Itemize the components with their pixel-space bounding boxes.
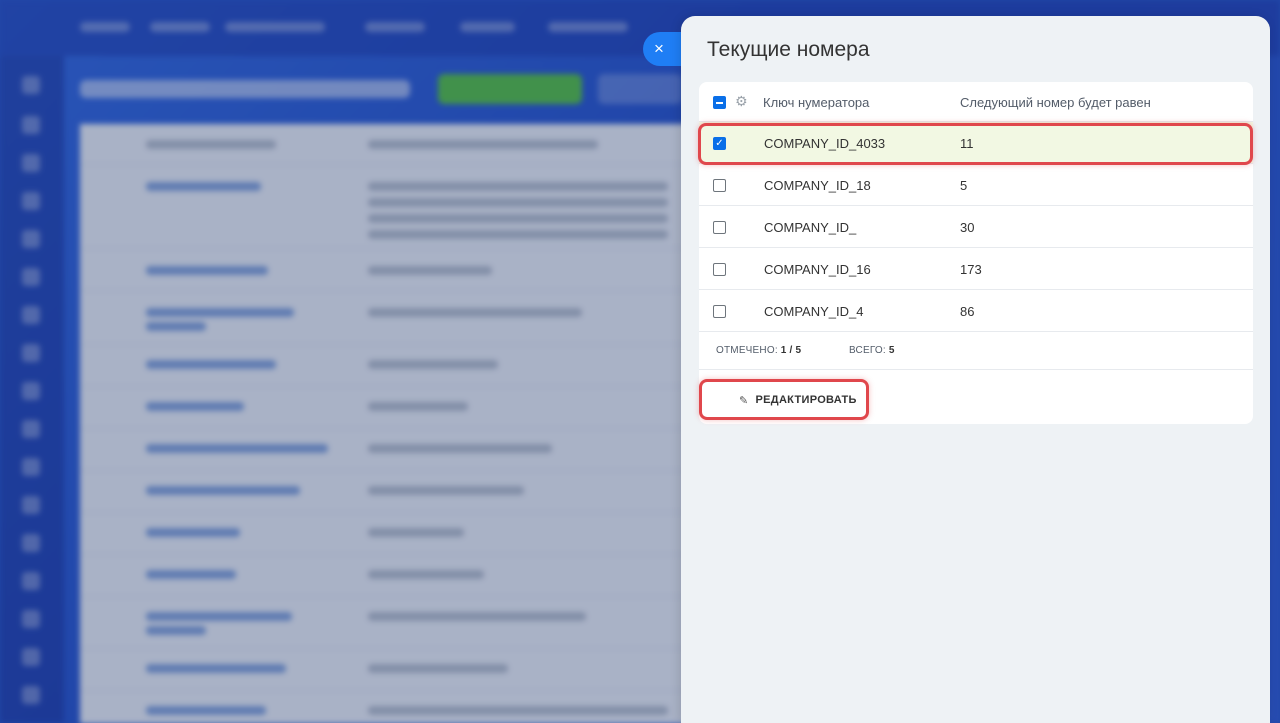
column-header-next[interactable]: Следующий номер будет равен xyxy=(960,95,1151,110)
row-key: COMPANY_ID_18 xyxy=(764,178,871,193)
table-row[interactable]: COMPANY_ID_18 5 xyxy=(699,164,1253,206)
pencil-icon: ✎ xyxy=(739,394,749,407)
check-icon: ✓ xyxy=(715,137,724,149)
table-row[interactable]: COMPANY_ID_16 173 xyxy=(699,248,1253,290)
row-key: COMPANY_ID_4 xyxy=(764,304,864,319)
total-counter-label: ВСЕГО: xyxy=(849,345,886,356)
row-next-number: 11 xyxy=(960,136,974,151)
edit-button-label: РЕДАКТИРОВАТЬ xyxy=(755,394,857,406)
select-all-checkbox[interactable] xyxy=(713,96,726,109)
row-checkbox[interactable]: ✓ xyxy=(713,137,726,150)
row-next-number: 5 xyxy=(960,178,968,193)
table-row[interactable]: COMPANY_ID_4 86 xyxy=(699,290,1253,332)
edit-button[interactable]: ✎ РЕДАКТИРОВАТЬ xyxy=(719,382,865,418)
grid-header: ⚙ Ключ нумератора Следующий номер будет … xyxy=(699,82,1253,122)
row-next-number: 173 xyxy=(960,262,982,277)
row-key: COMPANY_ID_16 xyxy=(764,262,871,277)
selected-counter: ОТМЕЧЕНО: 1 / 5 xyxy=(716,345,801,356)
row-checkbox[interactable] xyxy=(713,179,726,192)
gear-icon[interactable]: ⚙ xyxy=(735,94,749,108)
table-row[interactable]: ✓ COMPANY_ID_4033 11 xyxy=(699,122,1253,164)
row-key: COMPANY_ID_ xyxy=(764,220,857,235)
numbers-grid: ⚙ Ключ нумератора Следующий номер будет … xyxy=(699,82,1253,424)
row-checkbox[interactable] xyxy=(713,305,726,318)
panel-title: Текущие номера xyxy=(707,38,870,61)
row-next-number: 30 xyxy=(960,220,975,235)
row-checkbox[interactable] xyxy=(713,221,726,234)
partial-dash-icon xyxy=(716,101,723,104)
numerator-slider-panel: Текущие номера ⚙ Ключ нумератора Следующ… xyxy=(681,16,1270,723)
row-next-number: 86 xyxy=(960,304,975,319)
close-icon[interactable]: × xyxy=(654,39,664,59)
total-counter: ВСЕГО: 5 xyxy=(849,345,895,356)
table-row[interactable]: COMPANY_ID_ 30 xyxy=(699,206,1253,248)
total-counter-value: 5 xyxy=(888,345,895,356)
selected-counter-label: ОТМЕЧЕНО: xyxy=(716,345,778,356)
row-checkbox[interactable] xyxy=(713,263,726,276)
grid-footer: ОТМЕЧЕНО: 1 / 5 ВСЕГО: 5 xyxy=(699,330,1253,370)
row-key: COMPANY_ID_4033 xyxy=(764,136,886,151)
selected-counter-value: 1 / 5 xyxy=(780,345,802,356)
column-header-key[interactable]: Ключ нумератора xyxy=(763,95,869,110)
